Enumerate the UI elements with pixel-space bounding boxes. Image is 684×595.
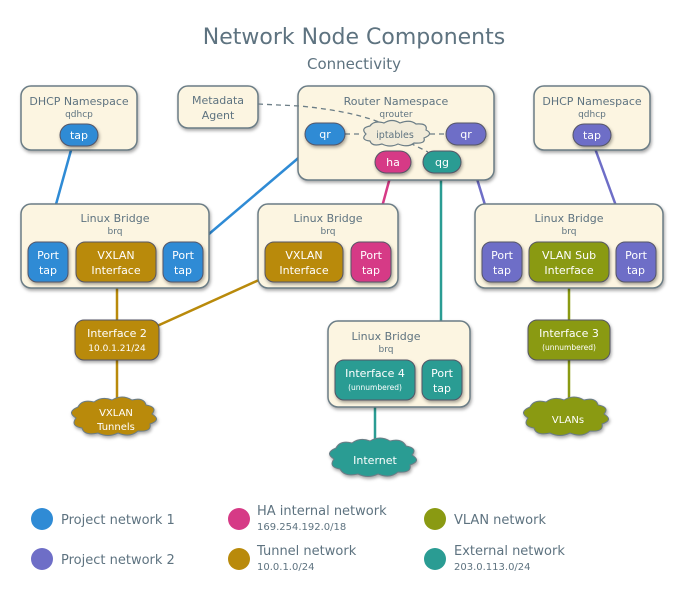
- bridge4-interface4[interactable]: [334, 359, 416, 401]
- dhcp-right-title: DHCP Namespace: [542, 95, 642, 108]
- legend-sub: 169.254.192.0/18: [257, 522, 346, 533]
- metadata-agent: Metadata Agent: [177, 85, 259, 129]
- linux-bridge-2: Linux Bridge brq VXLAN Interface Port ta…: [257, 203, 399, 289]
- vxlan-cloud-line2: Tunnels: [96, 422, 135, 433]
- bridge1-title: Linux Bridge: [81, 212, 150, 225]
- legend-label: Project network 1: [61, 513, 175, 528]
- bridge1-port-right-line2: tap: [174, 264, 192, 277]
- interface-3: Interface 3 (unnumbered): [527, 319, 611, 361]
- router-sub: qrouter: [379, 110, 412, 120]
- legend-label: HA internal network: [257, 504, 387, 519]
- bridge4-port-line1: Port: [431, 367, 453, 380]
- legend-swatch-vlan: [424, 508, 446, 530]
- legend-sub: 10.0.1.0/24: [257, 562, 314, 573]
- diagram-subtitle: Connectivity: [307, 55, 401, 73]
- bridge2-port-line2: tap: [362, 264, 380, 277]
- vxlan-cloud-line1: VXLAN: [99, 408, 133, 419]
- router-qg-label: qg: [435, 156, 449, 169]
- bridge3-port-left-line2: tap: [493, 264, 511, 277]
- legend-label: Project network 2: [61, 553, 175, 568]
- cloud-vlans: VLANs: [523, 396, 609, 436]
- diagram-title: Network Node Components: [203, 25, 505, 50]
- interface3-line1: Interface 3: [539, 327, 599, 340]
- bridge3-vlan-sub-line2: Interface: [544, 264, 593, 277]
- bridge2-port-line1: Port: [360, 249, 382, 262]
- bridge4-sub: brq: [379, 345, 394, 355]
- legend: Project network 1 Project network 2 HA i…: [31, 504, 565, 573]
- bridge2-title: Linux Bridge: [294, 212, 363, 225]
- dhcp-right-sub: qdhcp: [578, 110, 606, 120]
- router-qr-left-label: qr: [319, 128, 331, 141]
- internet-cloud-label: Internet: [353, 454, 397, 467]
- bridge3-title: Linux Bridge: [535, 212, 604, 225]
- legend-item: External network 203.0.113.0/24: [424, 544, 565, 573]
- legend-label: Tunnel network: [256, 544, 357, 559]
- metadata-agent-line1: Metadata: [192, 94, 244, 107]
- dhcp-left-tap-label: tap: [70, 129, 88, 142]
- bridge1-port-left-line2: tap: [39, 264, 57, 277]
- legend-item: HA internal network 169.254.192.0/18: [228, 504, 387, 533]
- legend-sub: 203.0.113.0/24: [454, 562, 531, 573]
- legend-label: VLAN network: [454, 513, 546, 528]
- router-namespace: Router Namespace qrouter qr iptables qr …: [257, 85, 495, 181]
- iptables-label: iptables: [376, 130, 414, 141]
- linux-bridge-4: Linux Bridge brq Interface 4 (unnumbered…: [327, 320, 471, 408]
- bridge3-sub: brq: [562, 227, 577, 237]
- dhcp-left-title: DHCP Namespace: [29, 95, 129, 108]
- bridge3-vlan-sub-line1: VLAN Sub: [542, 249, 596, 262]
- legend-swatch-ha: [228, 508, 250, 530]
- cloud-internet: Internet: [329, 437, 417, 477]
- bridge4-iface-line1: Interface 4: [345, 367, 405, 380]
- bridge2-sub: brq: [321, 227, 336, 237]
- interface-2: Interface 2 10.0.1.21/24: [74, 319, 160, 361]
- linux-bridge-1: Linux Bridge brq Port tap VXLAN Interfac…: [20, 203, 210, 289]
- metadata-agent-line2: Agent: [202, 109, 235, 122]
- bridge3-port-left-line1: Port: [491, 249, 513, 262]
- legend-swatch-project2: [31, 548, 53, 570]
- router-qr-right-label: qr: [460, 128, 472, 141]
- bridge2-vxlan-line2: Interface: [279, 264, 328, 277]
- legend-item: Tunnel network 10.0.1.0/24: [228, 544, 357, 573]
- cloud-vxlan-tunnels: VXLAN Tunnels: [71, 396, 157, 436]
- bridge4-title: Linux Bridge: [352, 330, 421, 343]
- vlans-cloud-label: VLANs: [552, 415, 584, 426]
- router-title: Router Namespace: [344, 95, 449, 108]
- legend-swatch-project1: [31, 508, 53, 530]
- bridge1-sub: brq: [108, 227, 123, 237]
- bridge3-port-right-line1: Port: [625, 249, 647, 262]
- bridge4-iface-line2: (unnumbered): [348, 383, 402, 392]
- linux-bridge-3: Linux Bridge brq Port tap VLAN Sub Inter…: [474, 203, 664, 289]
- router-ha-label: ha: [386, 156, 400, 169]
- interface2-line2: 10.0.1.21/24: [88, 344, 146, 354]
- legend-item: Project network 2: [31, 548, 175, 570]
- interface2-box[interactable]: [74, 319, 160, 361]
- interface3-line2: (unnumbered): [542, 343, 596, 352]
- dhcp-namespace-left: DHCP Namespace qdhcp tap: [20, 85, 138, 151]
- legend-label: External network: [454, 544, 565, 559]
- dhcp-left-sub: qdhcp: [65, 110, 93, 120]
- dhcp-right-tap-label: tap: [583, 129, 601, 142]
- bridge1-vxlan-line2: Interface: [91, 264, 140, 277]
- legend-item: Project network 1: [31, 508, 175, 530]
- bridge3-port-right-line2: tap: [627, 264, 645, 277]
- bridge1-port-right-line1: Port: [172, 249, 194, 262]
- bridge1-port-left-line1: Port: [37, 249, 59, 262]
- legend-item: VLAN network: [424, 508, 546, 530]
- bridge2-vxlan-line1: VXLAN: [285, 249, 322, 262]
- bridge4-port-line2: tap: [433, 382, 451, 395]
- interface3-box[interactable]: [527, 319, 611, 361]
- legend-swatch-tunnel: [228, 548, 250, 570]
- dhcp-namespace-right: DHCP Namespace qdhcp tap: [533, 85, 651, 151]
- bridge1-vxlan-line1: VXLAN: [97, 249, 134, 262]
- network-diagram: Network Node Components Connectivity DHC…: [20, 25, 664, 573]
- interface2-line1: Interface 2: [87, 327, 147, 340]
- legend-swatch-external: [424, 548, 446, 570]
